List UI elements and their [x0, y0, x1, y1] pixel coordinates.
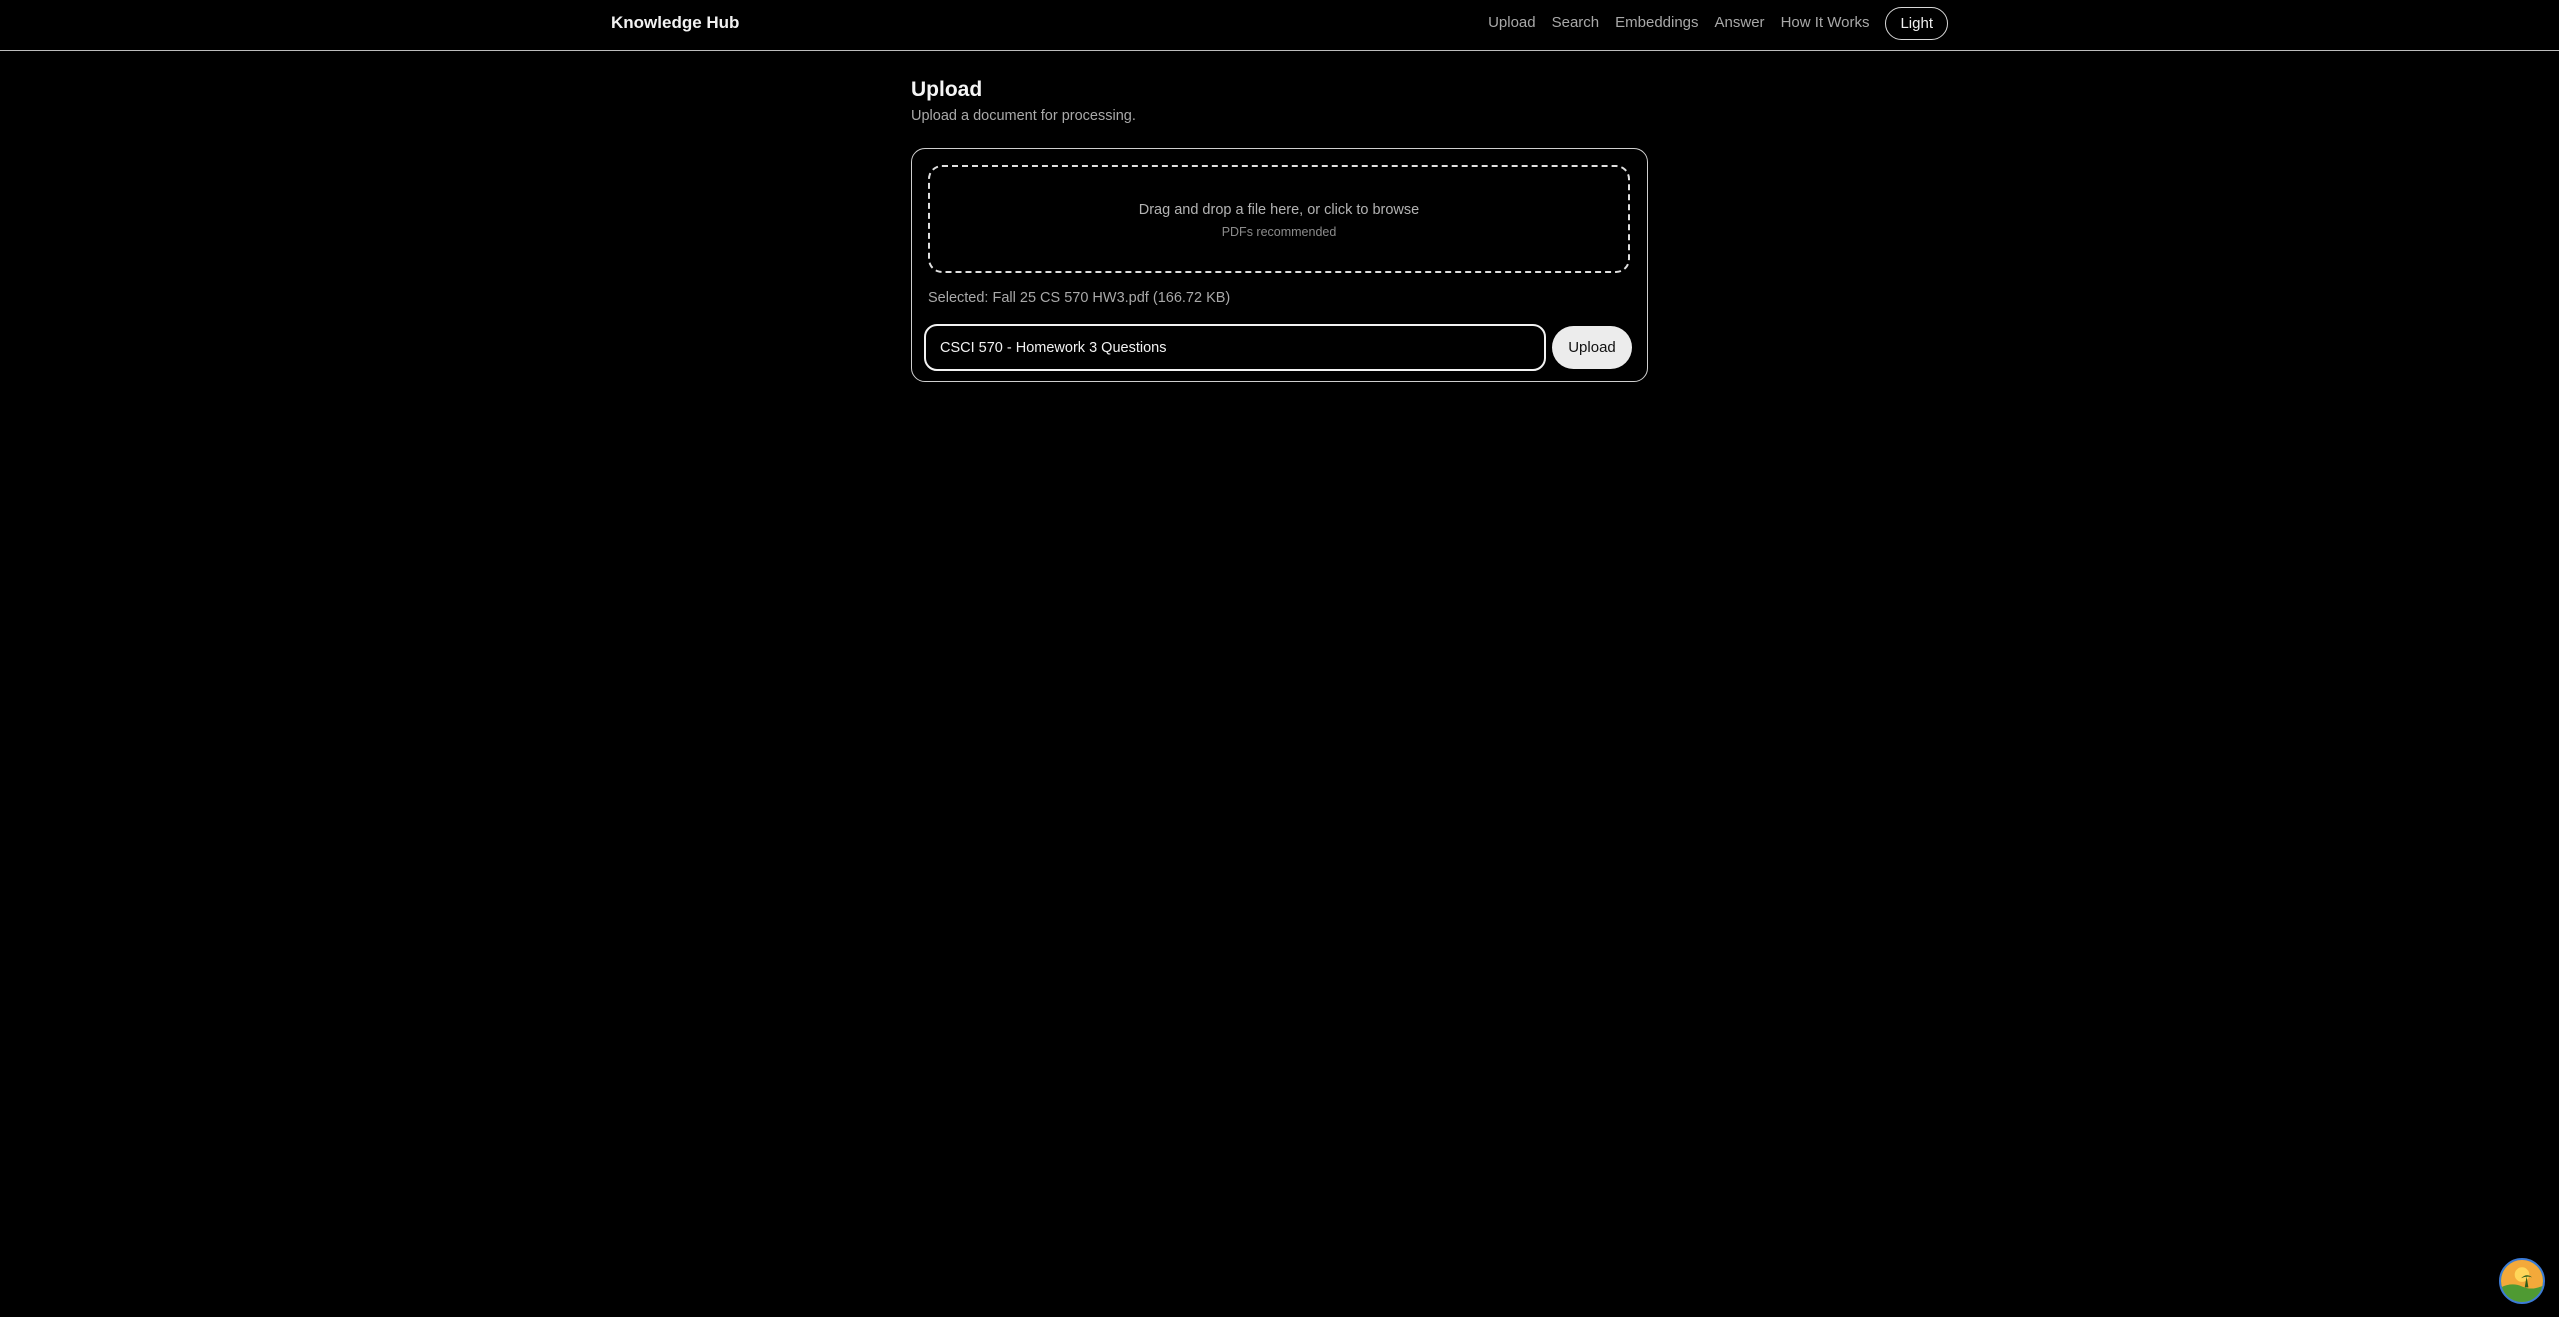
selected-file-info: Selected: Fall 25 CS 570 HW3.pdf (166.72… — [928, 290, 1231, 306]
dropzone-title: Drag and drop a file here, or click to b… — [1138, 202, 1420, 218]
document-title-input[interactable] — [924, 324, 1546, 371]
brand-logo[interactable]: Knowledge Hub — [611, 12, 739, 34]
file-dropzone[interactable]: Drag and drop a file here, or click to b… — [928, 165, 1630, 273]
page-title: Upload — [911, 78, 983, 101]
upload-card: Drag and drop a file here, or click to b… — [911, 148, 1648, 382]
theme-toggle-button[interactable]: Light — [1885, 6, 1948, 40]
nav-search[interactable]: Search — [1552, 13, 1600, 33]
page-subtitle: Upload a document for processing. — [911, 108, 1136, 124]
nav-answer[interactable]: Answer — [1715, 13, 1765, 33]
floating-avatar-button[interactable] — [2499, 1258, 2545, 1304]
top-nav: Upload Search Embeddings Answer How It W… — [1488, 6, 1948, 40]
dropzone-hint: PDFs recommended — [1221, 225, 1337, 239]
main-content: Upload Upload a document for processing.… — [911, 77, 1648, 382]
nav-how-it-works[interactable]: How It Works — [1781, 13, 1870, 33]
nav-embeddings[interactable]: Embeddings — [1615, 13, 1698, 33]
upload-button[interactable]: Upload — [1552, 326, 1632, 369]
top-header: Knowledge Hub Upload Search Embeddings A… — [0, 0, 2559, 51]
app-window: Knowledge Hub Upload Search Embeddings A… — [0, 0, 2559, 1317]
nav-upload[interactable]: Upload — [1488, 13, 1536, 33]
avatar-badge-icon — [2501, 1260, 2543, 1302]
